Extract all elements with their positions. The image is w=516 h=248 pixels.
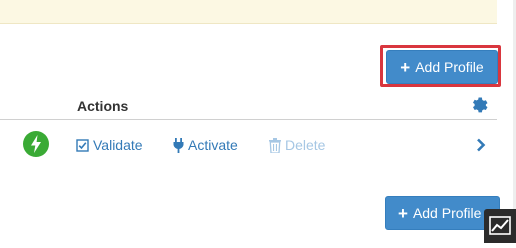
gear-icon[interactable] xyxy=(470,96,488,114)
validate-link[interactable]: Validate xyxy=(76,137,143,153)
table-header: Actions xyxy=(0,93,497,120)
add-profile-button-bottom[interactable]: + Add Profile xyxy=(385,196,500,230)
activate-link[interactable]: Activate xyxy=(173,137,238,153)
plus-icon: + xyxy=(400,57,411,77)
add-profile-label: Add Profile xyxy=(412,205,482,221)
actions-column-header: Actions xyxy=(77,98,129,114)
plus-icon: + xyxy=(398,203,408,223)
add-profile-label: Add Profile xyxy=(415,59,484,75)
chevron-right-icon[interactable] xyxy=(476,138,486,152)
table-row: Validate Activate Delete xyxy=(0,125,497,165)
checkbox-icon xyxy=(76,138,89,152)
delete-label: Delete xyxy=(285,137,326,153)
add-profile-button-top[interactable]: + Add Profile xyxy=(386,50,498,84)
notice-banner xyxy=(0,0,497,24)
activate-label: Activate xyxy=(188,137,238,153)
delete-link[interactable]: Delete xyxy=(269,137,325,153)
trash-icon xyxy=(269,137,281,153)
plug-icon xyxy=(173,137,184,153)
trend-chart-icon xyxy=(489,216,511,235)
bolt-icon xyxy=(23,131,49,157)
trend-chart-button[interactable] xyxy=(484,209,516,243)
validate-label: Validate xyxy=(93,137,143,153)
